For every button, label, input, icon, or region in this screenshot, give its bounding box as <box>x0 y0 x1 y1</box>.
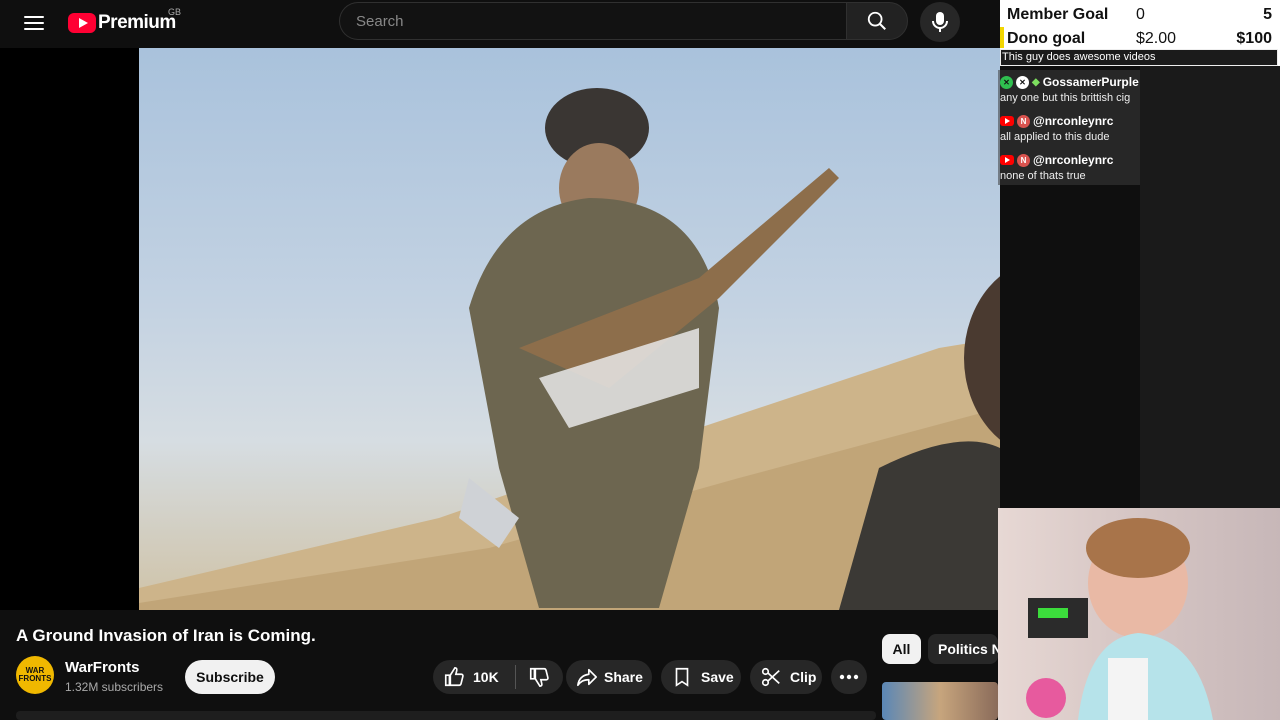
like-count: 10K <box>473 669 499 685</box>
dislike-button[interactable] <box>516 666 563 688</box>
dono-goal-row: Dono goal $2.00 $100 <box>1000 26 1280 50</box>
voice-search-button[interactable] <box>920 2 960 42</box>
chat-message: N @nrconleynrc all applied to this dude <box>1000 113 1140 143</box>
share-icon <box>577 668 597 687</box>
channel-avatar[interactable]: WAR FRONTS <box>16 656 54 694</box>
side-panel-background <box>1140 66 1280 508</box>
save-label: Save <box>701 669 734 685</box>
clip-label: Clip <box>790 669 817 685</box>
subscriber-count: 1.32M subscribers <box>65 680 164 694</box>
video-title: A Ground Invasion of Iran is Coming. <box>16 626 316 645</box>
member-goal-current: 0 <box>1136 6 1145 23</box>
channel-name[interactable]: WarFronts <box>65 659 139 676</box>
menu-icon[interactable] <box>22 12 46 36</box>
avatar-n-icon: N <box>1017 153 1030 167</box>
xbox-badge-icon: ✕ <box>1016 75 1029 89</box>
chip-all[interactable]: All <box>882 634 921 664</box>
like-button[interactable]: 10K <box>433 666 511 688</box>
search-input[interactable] <box>354 12 828 31</box>
dono-goal-current: $2.00 <box>1136 30 1177 47</box>
clip-button[interactable]: Clip <box>750 660 822 694</box>
dono-goal-target: $100 <box>1236 30 1272 47</box>
avatar-text: WAR FRONTS <box>18 666 52 683</box>
avatar-n-icon: N <box>1017 114 1030 128</box>
thumbs-down-icon <box>530 667 550 687</box>
video-frame[interactable] <box>139 48 1000 610</box>
youtube-premium-logo[interactable]: Premium <box>68 10 176 36</box>
chat-text: none of thats true <box>1000 170 1086 182</box>
search-box <box>339 2 846 40</box>
share-button[interactable]: Share <box>566 660 652 694</box>
description-box[interactable] <box>16 711 876 720</box>
chat-username: @nrconleynrc <box>1033 153 1114 167</box>
related-video-thumbnail[interactable] <box>882 682 998 720</box>
save-button[interactable]: Save <box>661 660 741 694</box>
member-goal-target: 5 <box>1263 6 1272 23</box>
stream-chat: ✕ ✕ ◆ GossamerPurple any one but this br… <box>998 70 1140 185</box>
goal-message: This guy does awesome videos <box>1000 49 1278 66</box>
more-actions-button[interactable] <box>831 660 867 694</box>
video-player[interactable] <box>0 48 1000 610</box>
chat-user-row: N @nrconleynrc <box>1000 152 1140 168</box>
scissors-icon <box>761 667 780 687</box>
webcam-scene <box>1026 518 1213 720</box>
chat-user-row: N @nrconleynrc <box>1000 113 1140 129</box>
logo-text: Premium <box>98 12 176 33</box>
share-label: Share <box>604 669 643 685</box>
chat-text: any one but this brittish cig <box>1000 92 1131 104</box>
chat-text: all applied to this dude <box>1000 131 1110 143</box>
youtube-play-icon <box>68 13 96 33</box>
youtube-badge-icon <box>1000 155 1014 165</box>
dono-goal-label: Dono goal <box>1007 30 1086 47</box>
chat-message: N @nrconleynrc none of thats true <box>1000 152 1140 182</box>
bookmark-icon <box>675 667 689 687</box>
video-scene <box>139 88 1000 610</box>
subscribe-button[interactable]: Subscribe <box>185 660 275 694</box>
member-goal-row: Member Goal 0 5 <box>1000 2 1280 26</box>
streamer-webcam <box>998 508 1280 720</box>
chat-username: GossamerPurple <box>1042 75 1139 89</box>
search-button[interactable] <box>846 2 908 40</box>
youtube-badge-icon <box>1000 116 1014 126</box>
goals-widget: Member Goal 0 5 Dono goal $2.00 $100 Thi… <box>1000 0 1280 66</box>
member-goal-label: Member Goal <box>1007 6 1109 23</box>
chip-politics[interactable]: Politics N <box>928 634 998 664</box>
more-horizontal-icon <box>839 674 859 680</box>
chat-user-row: ✕ ✕ ◆ GossamerPurple <box>1000 74 1140 90</box>
like-dislike-group: 10K <box>433 660 563 694</box>
thumbs-up-icon <box>444 667 464 687</box>
diamond-badge-icon: ◆ <box>1032 76 1040 88</box>
region-code: GB <box>168 7 182 17</box>
search-icon <box>867 11 886 30</box>
microphone-icon <box>932 12 948 32</box>
masthead: Premium GB <box>0 0 1000 48</box>
chat-username: @nrconleynrc <box>1033 114 1114 128</box>
chat-message: ✕ ✕ ◆ GossamerPurple any one but this br… <box>1000 74 1140 104</box>
xbox-badge-icon: ✕ <box>1000 75 1013 89</box>
